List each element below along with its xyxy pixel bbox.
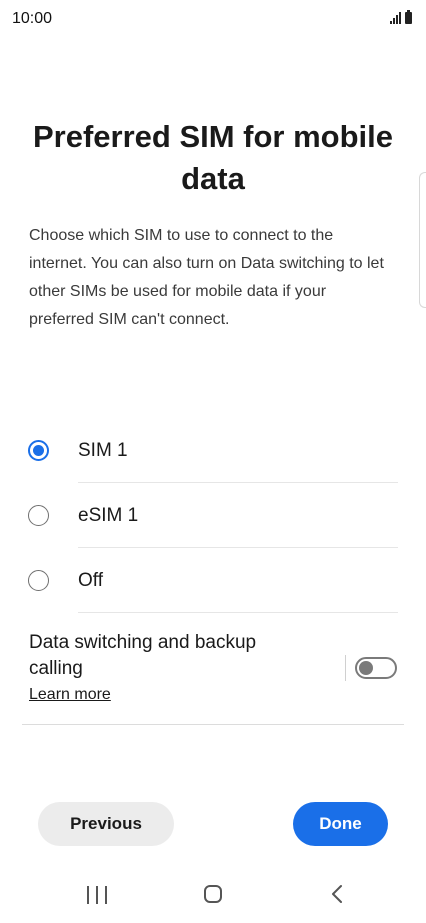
radio-sim1[interactable] — [28, 440, 49, 461]
navigation-bar — [0, 878, 426, 914]
signal-icon — [390, 12, 401, 24]
divider — [78, 612, 398, 613]
data-switching-row[interactable]: Data switching and backup calling Learn … — [29, 630, 398, 720]
learn-more-link[interactable]: Learn more — [29, 686, 111, 704]
back-icon[interactable] — [328, 884, 348, 904]
done-button[interactable]: Done — [293, 802, 388, 846]
page-description: Choose which SIM to use to connect to th… — [29, 227, 384, 328]
sim-option-label: eSIM 1 — [78, 505, 139, 526]
recents-icon[interactable] — [87, 886, 107, 904]
status-time: 10:00 — [12, 10, 53, 27]
sim-option-label: SIM 1 — [78, 440, 128, 461]
sim-option-off[interactable]: Off — [0, 548, 426, 613]
page-title: Preferred SIM for mobile data — [32, 119, 394, 196]
sim-option-label: Off — [78, 570, 103, 591]
toggle-separator — [345, 655, 346, 681]
data-switching-toggle[interactable] — [355, 657, 397, 679]
scroll-indicator — [419, 172, 426, 308]
data-switching-title: Data switching and backup calling — [29, 632, 257, 679]
radio-esim1[interactable] — [28, 505, 49, 526]
status-bar: 10:00 — [0, 0, 426, 40]
radio-off[interactable] — [28, 570, 49, 591]
battery-icon — [405, 10, 412, 24]
divider — [22, 724, 404, 725]
sim-option-list: SIM 1 eSIM 1 Off — [0, 418, 426, 613]
home-icon[interactable] — [204, 885, 222, 903]
sim-option-sim1[interactable]: SIM 1 — [0, 418, 426, 483]
previous-button[interactable]: Previous — [38, 802, 174, 846]
status-icons — [390, 10, 412, 24]
sim-option-esim1[interactable]: eSIM 1 — [0, 483, 426, 548]
